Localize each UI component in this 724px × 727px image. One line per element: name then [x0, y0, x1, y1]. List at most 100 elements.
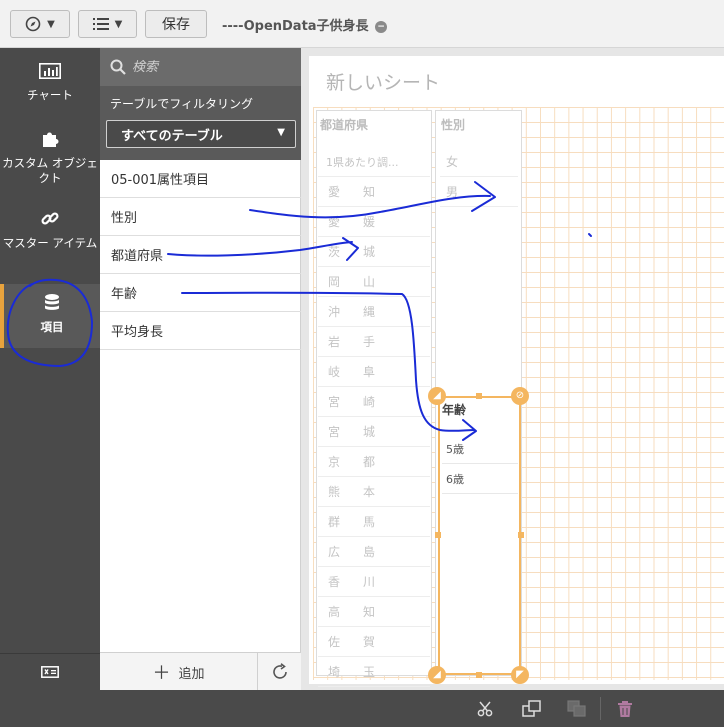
- list-item[interactable]: 女: [440, 147, 518, 177]
- list-item[interactable]: 愛媛: [318, 207, 430, 237]
- list-item[interactable]: 茨城: [318, 237, 430, 267]
- search-icon: [110, 59, 126, 75]
- add-field-button[interactable]: ＋ 追加: [100, 653, 258, 691]
- resize-handle-left[interactable]: [435, 532, 441, 538]
- delete-button[interactable]: [614, 698, 636, 720]
- table-filter: テーブルでフィルタリング すべてのテーブル ▼: [100, 86, 301, 160]
- filter-value: すべてのテーブル: [121, 128, 223, 144]
- list-item-label: 賀: [363, 635, 376, 649]
- sheet-title[interactable]: 新しいシート: [326, 68, 440, 95]
- list-item-label: 媛: [363, 215, 376, 229]
- field-item[interactable]: 年齢: [100, 274, 301, 312]
- list-item[interactable]: 宮城: [318, 417, 430, 447]
- list-item-label: 愛: [328, 215, 341, 229]
- list-item-label: 沖: [328, 305, 341, 319]
- puzzle-icon: [43, 132, 59, 147]
- list-item[interactable]: 6歳: [442, 464, 518, 494]
- resize-handle-bottom-left[interactable]: ◢: [428, 666, 446, 684]
- navigation-button[interactable]: ▼: [10, 10, 70, 38]
- resize-handle-bottom[interactable]: [476, 672, 482, 678]
- add-label: 追加: [178, 666, 205, 682]
- list-item[interactable]: 京都: [318, 447, 430, 477]
- sidebar-item-label: 項目: [40, 320, 64, 334]
- sidebar-item-label: カスタム オブジェクト: [2, 156, 98, 185]
- sidebar-bottom-button[interactable]: [0, 653, 100, 690]
- list-item[interactable]: 熊本: [318, 477, 430, 507]
- list-item[interactable]: 岩手: [318, 327, 430, 357]
- copy-icon: [522, 700, 541, 717]
- search-input[interactable]: [132, 59, 282, 75]
- list-item-label: 香: [328, 575, 341, 589]
- sidebar-item-custom-objects[interactable]: カスタム オブジェクト: [0, 128, 100, 188]
- list-item[interactable]: 広島: [318, 537, 430, 567]
- list-item[interactable]: 男: [440, 177, 518, 207]
- menu-button[interactable]: ▼: [78, 10, 137, 38]
- resize-handle-right[interactable]: [518, 532, 524, 538]
- list-item-label: 5歳: [446, 442, 464, 456]
- database-icon: [45, 294, 59, 310]
- list-item[interactable]: 宮崎: [318, 387, 430, 417]
- chevron-down-icon: ▼: [277, 127, 285, 138]
- trash-icon: [618, 701, 632, 717]
- field-item[interactable]: 都道府県: [100, 236, 301, 274]
- list-item-label: 城: [363, 245, 376, 259]
- list-item-label: 宮: [328, 395, 341, 409]
- list-item-label: 都: [363, 455, 376, 469]
- resize-handle-top-left[interactable]: ◢: [428, 387, 446, 405]
- cut-button[interactable]: [474, 698, 496, 720]
- list-item[interactable]: 沖縄: [318, 297, 430, 327]
- listbox-title: 都道府県: [320, 118, 369, 132]
- field-label: 平均身長: [111, 325, 164, 340]
- bar-chart-icon: [39, 63, 61, 79]
- resize-handle-top[interactable]: [476, 393, 482, 399]
- replace-button[interactable]: [566, 698, 588, 720]
- list-item[interactable]: 岡山: [318, 267, 430, 297]
- list-item-label: 岐: [328, 365, 341, 379]
- list-item-label: 山: [363, 275, 376, 289]
- list-item[interactable]: 群馬: [318, 507, 430, 537]
- list-item-label: 阜: [363, 365, 376, 379]
- list-item[interactable]: 高知: [318, 597, 430, 627]
- bottom-toolbar: [0, 690, 724, 727]
- list-item-label: 熊: [328, 485, 341, 499]
- table-filter-select[interactable]: すべてのテーブル ▼: [106, 120, 296, 148]
- field-item[interactable]: 05-001属性項目: [100, 160, 301, 198]
- resize-handle-bottom-right[interactable]: ◤: [511, 666, 529, 684]
- card-icon: [41, 666, 59, 678]
- refresh-icon: [272, 663, 287, 679]
- asset-sidebar: チャート カスタム オブジェクト マスター アイテム 項目: [0, 48, 100, 690]
- list-item-label: 1県あたり調...: [326, 155, 399, 169]
- list-item[interactable]: 1県あたり調...: [318, 147, 430, 177]
- list-item-label: 愛: [328, 185, 341, 199]
- refresh-button[interactable]: [258, 653, 301, 691]
- chevron-down-icon: ▼: [114, 18, 123, 30]
- duplicate-button[interactable]: [521, 698, 543, 720]
- toolbar-divider: [600, 697, 601, 720]
- resize-handle-top-right[interactable]: ⊘: [511, 387, 529, 405]
- sidebar-item-label: マスター アイテム: [2, 236, 98, 250]
- field-item[interactable]: 性別: [100, 198, 301, 236]
- compass-icon: [25, 16, 41, 32]
- list-item-label: 縄: [363, 305, 376, 319]
- list-item[interactable]: 埼玉: [318, 657, 430, 687]
- list-item[interactable]: 5歳: [442, 434, 518, 464]
- sidebar-item-charts[interactable]: チャート: [0, 60, 100, 120]
- list-item[interactable]: 佐賀: [318, 627, 430, 657]
- list-icon: [92, 18, 109, 30]
- field-label: 都道府県: [111, 249, 164, 264]
- list-item-label: 埼: [328, 665, 341, 679]
- list-item-label: 岩: [328, 335, 341, 349]
- fields-panel: テーブルでフィルタリング すべてのテーブル ▼ 05-001属性項目 性別 都道…: [100, 48, 301, 691]
- filter-label: テーブルでフィルタリング: [110, 97, 254, 111]
- list-item[interactable]: 愛知: [318, 177, 430, 207]
- sidebar-item-fields[interactable]: 項目: [0, 284, 100, 348]
- list-item[interactable]: 岐阜: [318, 357, 430, 387]
- link-icon: [41, 212, 59, 225]
- save-button[interactable]: 保存: [145, 10, 207, 38]
- list-item-label: 広: [328, 545, 341, 559]
- list-item-label: 岡: [328, 275, 341, 289]
- field-item[interactable]: 平均身長: [100, 312, 301, 350]
- list-item[interactable]: 香川: [318, 567, 430, 597]
- sidebar-item-master-items[interactable]: マスター アイテム: [0, 208, 100, 268]
- list-item-label: 島: [363, 545, 376, 559]
